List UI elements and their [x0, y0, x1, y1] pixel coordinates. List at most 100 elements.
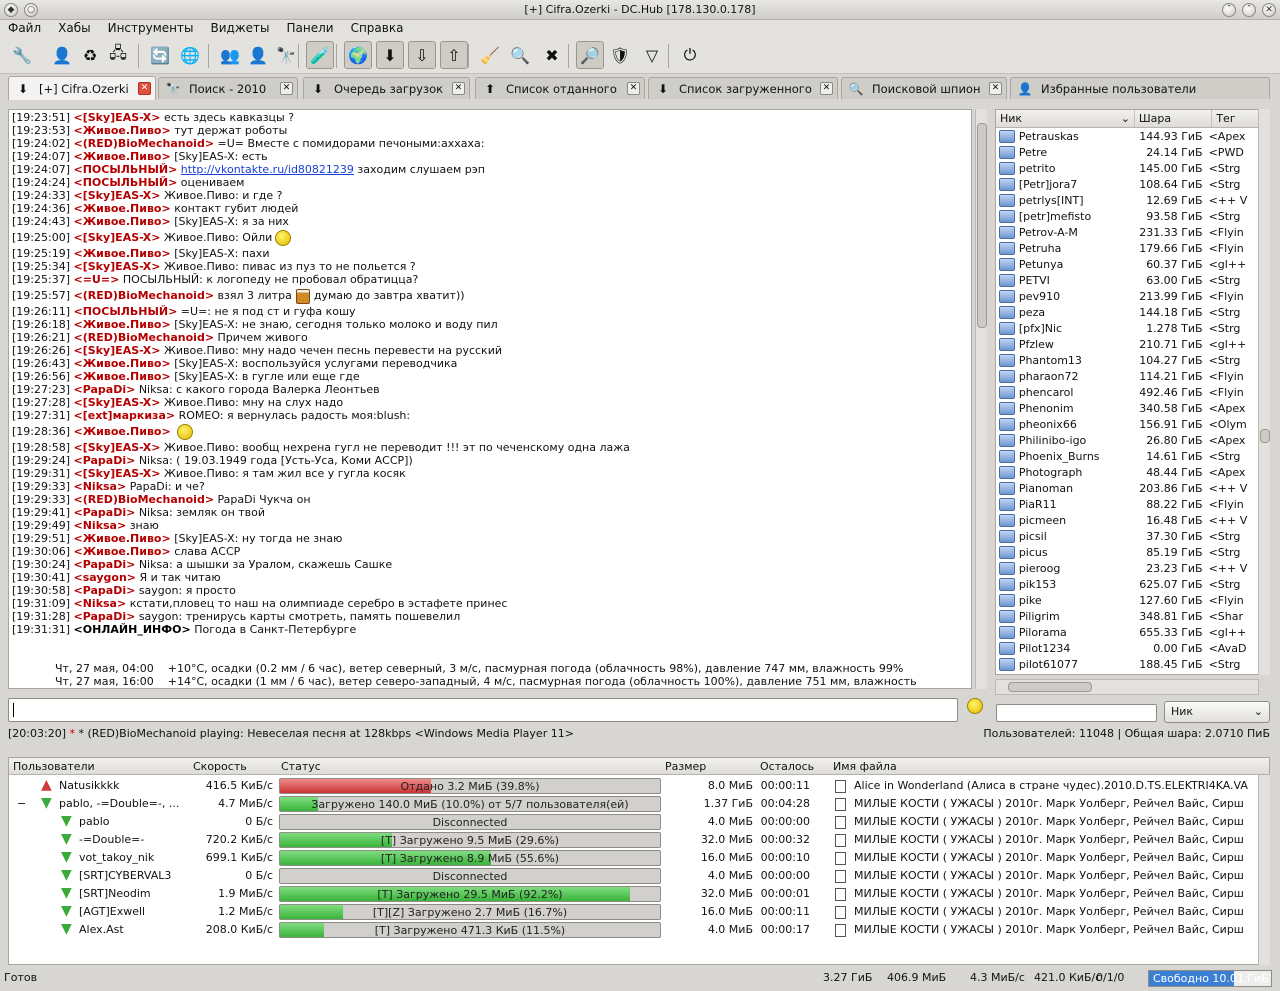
tab-close-icon[interactable]: ✕ — [280, 82, 293, 95]
chat-scrollbar[interactable] — [975, 109, 987, 689]
user-row[interactable]: pieroog 23.23 ГиБ <++ V — [996, 560, 1258, 576]
tab-1[interactable]: 🔭 Поиск - 2010 ✕ — [158, 77, 298, 99]
chat-nick[interactable]: <[ext]маркиза> — [74, 409, 176, 422]
user-row[interactable]: Phenonim 340.58 ГиБ <Apex — [996, 400, 1258, 416]
chat-nick[interactable]: <[Sky]EAS-X> — [74, 344, 161, 357]
user-row[interactable]: [pfx]Nic 1.278 ТиБ <Strg — [996, 320, 1258, 336]
favorite-users-icon[interactable]: 👤 — [244, 41, 272, 69]
transfer-row[interactable]: ▼ [SRT]Neodim 1.9 МиБ/с [T] Загружено 29.5 … — [9, 885, 1269, 903]
tab-5[interactable]: 🔍 Поисковой шпион ✕ — [841, 77, 1007, 99]
user-row[interactable]: Phantom13 104.27 ГиБ <Strg — [996, 352, 1258, 368]
user-row[interactable]: Petrauskas 144.93 ГиБ <Apex — [996, 128, 1258, 144]
user-hscroll-thumb[interactable] — [1008, 682, 1092, 692]
menu-item-4[interactable]: Панели — [278, 20, 342, 35]
user-row[interactable]: Philinibo-igo 26.80 ГиБ <Apex — [996, 432, 1258, 448]
column-speed[interactable]: Скорость — [193, 760, 247, 773]
user-scroll-thumb[interactable] — [1260, 429, 1270, 443]
user-row[interactable]: Petrov-A-M 231.33 ГиБ <Flyin — [996, 224, 1258, 240]
column-nick[interactable]: Ник ⌄ — [996, 110, 1135, 127]
chat-nick[interactable]: <saygon> — [74, 571, 137, 584]
chat-nick[interactable]: <[Sky]EAS-X> — [74, 189, 161, 202]
filter-icon[interactable]: ▽ — [638, 41, 666, 69]
tube-icon[interactable]: 🧪 — [306, 41, 334, 69]
chat-nick[interactable]: <Живое.Пиво> — [74, 124, 171, 137]
chat-nick[interactable]: <Живое.Пиво> — [74, 357, 171, 370]
user-row[interactable]: pilot61077 188.45 ГиБ <Strg — [996, 656, 1258, 672]
network-icon[interactable]: 🖧 — [104, 41, 132, 69]
tab-close-icon[interactable]: ✕ — [989, 82, 1002, 95]
maximize-icon[interactable]: ˆ — [1242, 3, 1256, 17]
download-queue-icon[interactable]: ⇩ — [408, 41, 436, 69]
user-row[interactable]: Phoenix_Burns 14.61 ГиБ <Strg — [996, 448, 1258, 464]
user-row[interactable]: Pilorama 655.33 ГиБ <gl++ — [996, 624, 1258, 640]
upload-icon[interactable]: ⇧ — [440, 41, 468, 69]
transfer-view[interactable]: Пользователи Скорость Статус Размер Оста… — [8, 757, 1270, 965]
tab-close-icon[interactable]: ✕ — [627, 82, 640, 95]
chat-nick[interactable]: <[Sky]EAS-X> — [74, 111, 161, 124]
public-hubs-icon[interactable]: 🌍 — [344, 41, 372, 69]
user-row[interactable]: [petr]mefisto 93.58 ГиБ <Strg — [996, 208, 1258, 224]
chat-nick[interactable]: <[Sky]EAS-X> — [74, 467, 161, 480]
chat-nick[interactable]: <PapaDi> — [74, 610, 136, 623]
clear-icon[interactable]: 🧹 — [476, 41, 504, 69]
chat-nick[interactable]: <PapaDi> — [74, 383, 136, 396]
column-users[interactable]: Пользователи — [13, 760, 95, 773]
user-row[interactable]: pik153 625.07 ГиБ <Strg — [996, 576, 1258, 592]
transfer-row[interactable]: ▼ [SRT]CYBERVAL3 0 Б/с Disconnected 4.0 МиБ 0… — [9, 867, 1269, 885]
tab-close-icon[interactable]: ✕ — [452, 82, 465, 95]
tab-0[interactable]: ⬇ [+] Cifra.Ozerki ✕ — [8, 76, 156, 100]
chat-nick[interactable]: <[Sky]EAS-X> — [74, 231, 161, 244]
chat-nick[interactable]: <Живое.Пиво> — [74, 215, 171, 228]
user-row[interactable]: Petruha 179.66 ГиБ <Flyin — [996, 240, 1258, 256]
user-row[interactable]: pheonix66 156.91 ГиБ <Olym — [996, 416, 1258, 432]
chat-nick[interactable]: <PapaDi> — [74, 584, 136, 597]
binoculars-icon[interactable]: 🔭 — [272, 41, 300, 69]
user-list[interactable]: Ник ⌄ Шара Тег Petrauskas 144.93 ГиБ <Apex P… — [995, 109, 1259, 675]
column-status[interactable]: Статус — [281, 760, 321, 773]
column-remaining[interactable]: Осталось — [760, 760, 814, 773]
user-row[interactable]: petrlys[INT] 12.69 ГиБ <++ V — [996, 192, 1258, 208]
user-row[interactable]: Piligrim 348.81 ГиБ <Shar — [996, 608, 1258, 624]
chat-nick[interactable]: <Живое.Пиво> — [74, 532, 171, 545]
tab-4[interactable]: ⬇ Список загруженного ✕ — [648, 77, 838, 99]
emoticon-button[interactable] — [964, 698, 990, 722]
column-size[interactable]: Размер — [665, 760, 706, 773]
filter-field-select[interactable]: Ник ⌄ — [1164, 701, 1270, 723]
user-row[interactable]: picmeen 16.48 ГиБ <++ V — [996, 512, 1258, 528]
chat-nick[interactable]: <(RED)BioMechanoid> — [74, 331, 215, 344]
chat-nick[interactable]: <(RED)BioMechanoid> — [74, 289, 215, 302]
user-row[interactable]: PETVI 63.00 ГиБ <Strg — [996, 272, 1258, 288]
user-row[interactable]: Petre 24.14 ГиБ <PWD — [996, 144, 1258, 160]
user-row[interactable]: Pilot1234 0.00 ГиБ <AvaD — [996, 640, 1258, 656]
transfer-row[interactable]: ▼ vot_takoy_nik 699.1 КиБ/с [T] Загружено 8… — [9, 849, 1269, 867]
download-icon[interactable]: ⬇ — [376, 41, 404, 69]
user-row[interactable]: [Petr]jora7 108.64 ГиБ <Strg — [996, 176, 1258, 192]
transfer-row[interactable]: ▲ Natusikkkk 416.5 КиБ/с Отдано 3.2 МиБ (39… — [9, 777, 1269, 795]
chat-nick[interactable]: <(RED)BioMechanoid> — [74, 137, 215, 150]
transfer-row[interactable]: ▼ -=Double=- 720.2 КиБ/с [T] Загружено 9.5 … — [9, 831, 1269, 849]
chat-nick[interactable]: <[Sky]EAS-X> — [74, 441, 161, 454]
message-input[interactable] — [8, 698, 958, 722]
chat-nick[interactable]: <Niksa> — [74, 480, 127, 493]
shield-icon[interactable]: 🛡 — [606, 41, 634, 69]
user-row[interactable]: Pianoman 203.86 ГиБ <++ V — [996, 480, 1258, 496]
refresh-icon[interactable]: ♻ — [76, 41, 104, 69]
find-icon[interactable]: 🔎 — [576, 41, 604, 69]
users-icon[interactable]: 👥 — [216, 41, 244, 69]
user-row[interactable]: phencarol 492.46 ГиБ <Flyin — [996, 384, 1258, 400]
chat-nick[interactable]: <PapaDi> — [74, 454, 136, 467]
chat-nick[interactable]: <ПОСЫЛЬНЫЙ> — [74, 176, 178, 189]
chat-nick[interactable]: <Живое.Пиво> — [74, 545, 171, 558]
user-row[interactable]: pike 127.60 ГиБ <Flyin — [996, 592, 1258, 608]
close-window-icon[interactable]: ✕ — [1262, 3, 1276, 17]
menu-item-0[interactable]: Файл — [0, 20, 50, 35]
chat-nick[interactable]: <Живое.Пиво> — [74, 318, 171, 331]
menu-item-1[interactable]: Хабы — [50, 20, 99, 35]
chat-nick[interactable]: <=U=> — [74, 273, 120, 286]
user-row[interactable]: picus 85.19 ГиБ <Strg — [996, 544, 1258, 560]
tab-close-icon[interactable]: ✕ — [138, 82, 151, 95]
menu-item-2[interactable]: Инструменты — [100, 20, 203, 35]
chat-nick[interactable]: <Живое.Пиво> — [74, 425, 171, 438]
chat-nick[interactable]: <ОНЛАЙН_ИНФО> — [74, 623, 191, 636]
tab-6[interactable]: 👤 Избранные пользователи — [1010, 77, 1270, 99]
